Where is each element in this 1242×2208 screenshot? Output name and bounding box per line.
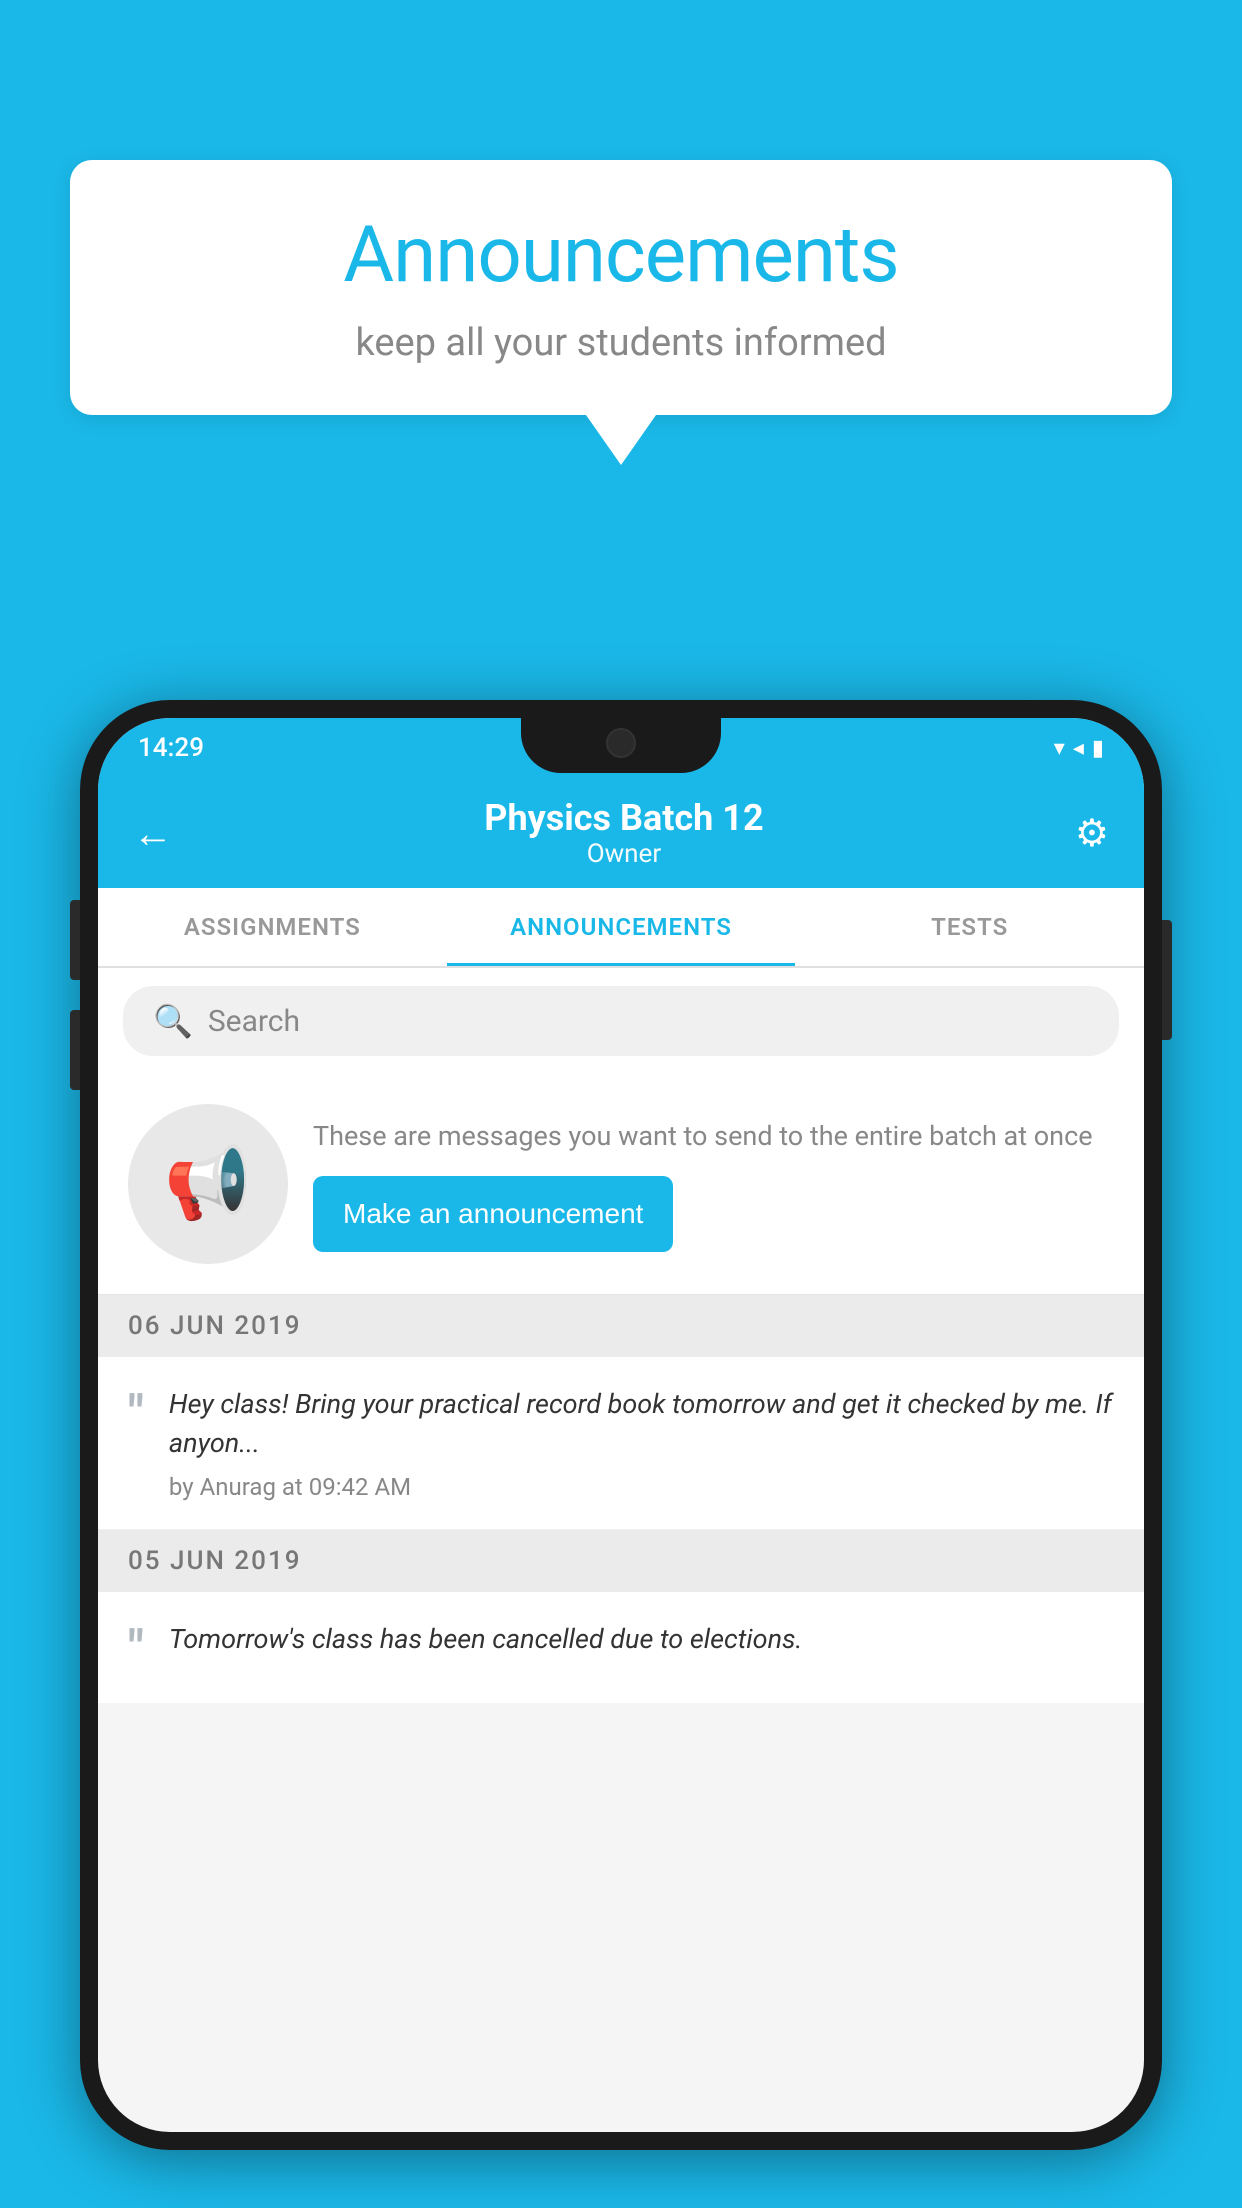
make-announcement-button[interactable]: Make an announcement [313,1176,673,1252]
announcement-meta-1: by Anurag at 09:42 AM [169,1473,1114,1501]
speech-bubble-card: Announcements keep all your students inf… [70,160,1172,415]
announcement-content-2: Tomorrow's class has been cancelled due … [169,1620,1114,1669]
tab-bar: ASSIGNMENTS ANNOUNCEMENTS TESTS [98,888,1144,968]
promo-content: These are messages you want to send to t… [313,1116,1114,1253]
search-bar[interactable]: 🔍 Search [123,986,1119,1056]
megaphone-icon: 📢 [164,1143,251,1225]
header-center: Physics Batch 12 Owner [484,797,763,869]
speech-bubble-section: Announcements keep all your students inf… [70,160,1172,465]
settings-icon[interactable]: ⚙ [1075,811,1109,856]
announcement-text-2: Tomorrow's class has been cancelled due … [169,1620,1114,1659]
wifi-icon: ▾ [1054,736,1065,761]
app-header: ← Physics Batch 12 Owner ⚙ [98,778,1144,888]
search-icon: 🔍 [153,1002,193,1040]
tab-assignments[interactable]: ASSIGNMENTS [98,888,447,966]
promo-icon-circle: 📢 [128,1104,288,1264]
phone-camera [606,728,636,758]
header-subtitle: Owner [484,839,763,869]
quote-icon-2: " [128,1625,144,1675]
date-separator-1: 06 JUN 2019 [98,1295,1144,1357]
status-time: 14:29 [138,733,204,763]
announcement-content-1: Hey class! Bring your practical record b… [169,1385,1114,1501]
battery-icon: ▮ [1092,736,1104,761]
search-bar-container: 🔍 Search [98,968,1144,1074]
phone-outer-frame: 14:29 ▾ ◂ ▮ ← Physics Batch 12 Owner ⚙ [80,700,1162,2150]
speech-bubble-title: Announcements [130,210,1112,301]
speech-bubble-subtitle: keep all your students informed [130,321,1112,365]
status-icons: ▾ ◂ ▮ [1054,736,1104,761]
phone-power-button [1162,920,1172,1040]
phone-vol-down-button [70,1010,80,1090]
search-placeholder: Search [208,1004,300,1039]
announcement-text-1: Hey class! Bring your practical record b… [169,1385,1114,1463]
announcement-item-2[interactable]: " Tomorrow's class has been cancelled du… [98,1592,1144,1703]
phone-vol-up-button [70,900,80,980]
quote-icon-1: " [128,1390,144,1440]
phone-mockup: 14:29 ▾ ◂ ▮ ← Physics Batch 12 Owner ⚙ [80,700,1162,2150]
promo-card: 📢 These are messages you want to send to… [98,1074,1144,1295]
announcement-item-1[interactable]: " Hey class! Bring your practical record… [98,1357,1144,1530]
phone-screen: 14:29 ▾ ◂ ▮ ← Physics Batch 12 Owner ⚙ [98,718,1144,2132]
tab-announcements[interactable]: ANNOUNCEMENTS [447,888,796,966]
back-button[interactable]: ← [133,810,173,857]
signal-icon: ◂ [1073,736,1084,761]
promo-description: These are messages you want to send to t… [313,1116,1114,1157]
date-separator-2: 05 JUN 2019 [98,1530,1144,1592]
speech-bubble-arrow [586,415,656,465]
header-title: Physics Batch 12 [484,797,763,839]
tab-tests[interactable]: TESTS [795,888,1144,966]
